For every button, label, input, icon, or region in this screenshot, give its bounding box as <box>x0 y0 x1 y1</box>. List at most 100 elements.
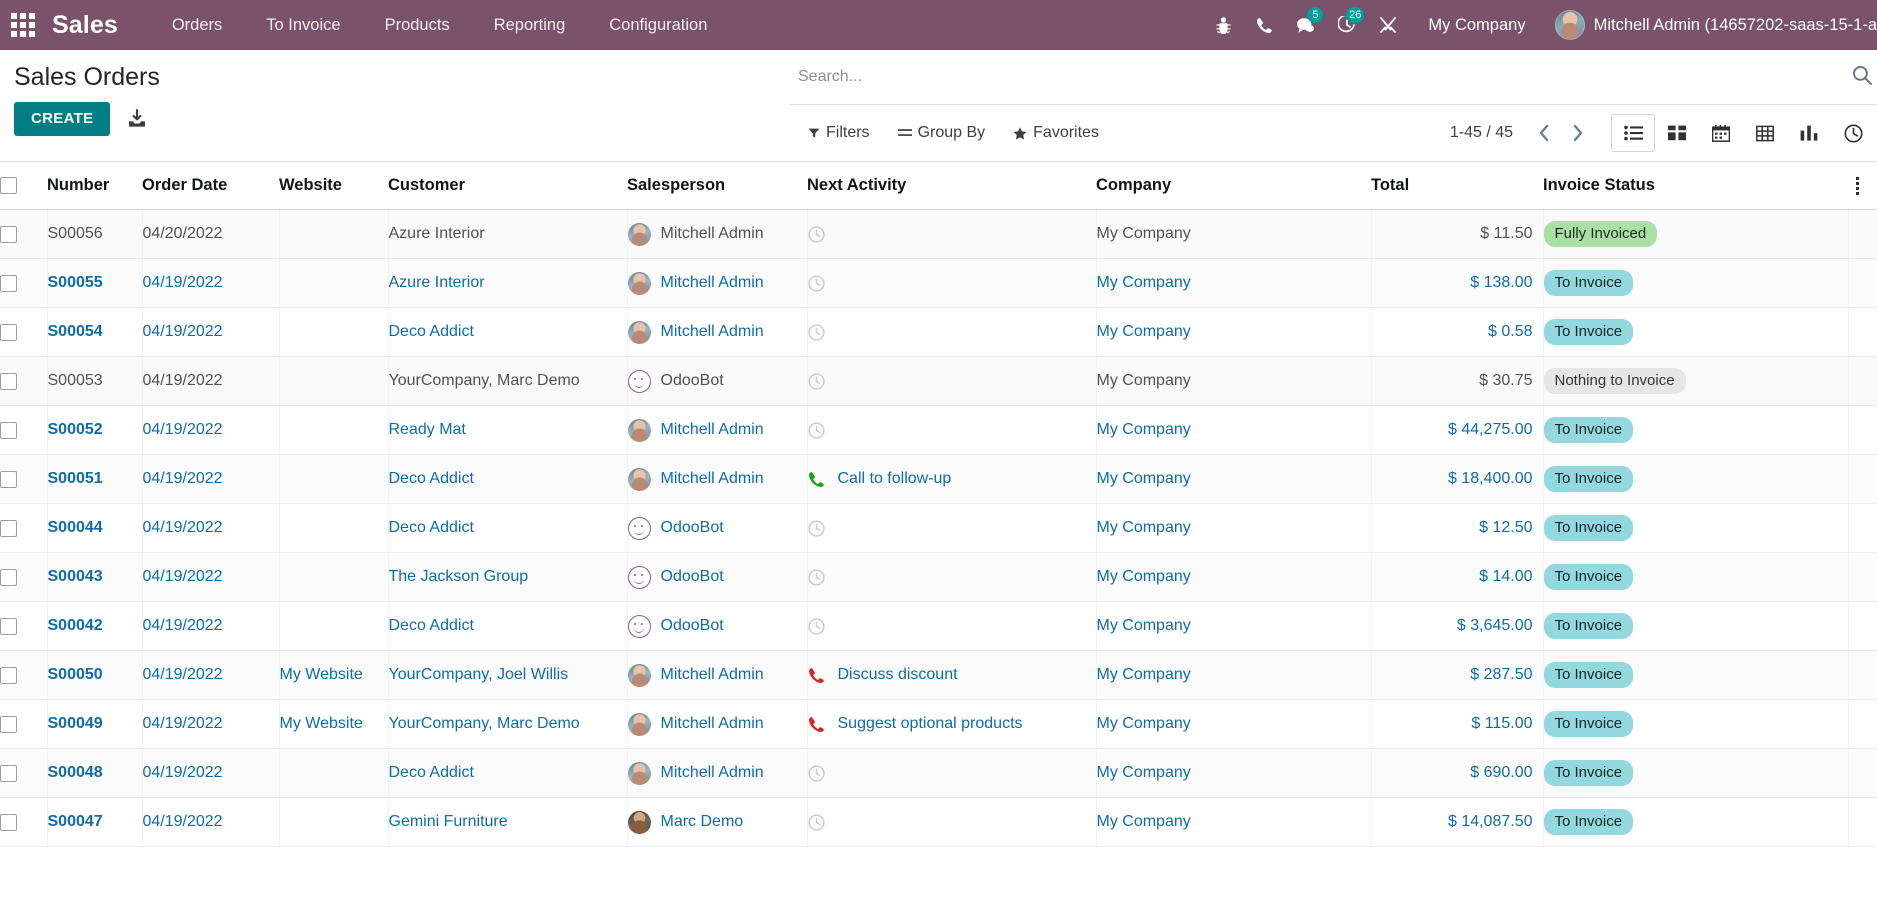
phone-red-icon[interactable] <box>808 716 826 733</box>
filters-dropdown[interactable]: Filters <box>794 116 884 150</box>
clock-icon[interactable] <box>808 372 826 390</box>
cell-company[interactable]: My Company <box>1096 552 1372 602</box>
cell-invoice-status[interactable]: Nothing to Invoice <box>1543 356 1849 406</box>
table-row[interactable]: S00042 04/19/2022 Deco Addict OdooBot My Com… <box>0 601 1877 651</box>
cell-website[interactable] <box>279 454 389 504</box>
cell-company[interactable]: My Company <box>1096 307 1372 357</box>
table-row[interactable]: S00052 04/19/2022 Ready Mat Mitchell Admin M… <box>0 405 1877 455</box>
row-checkbox[interactable] <box>0 421 17 439</box>
cell-salesperson[interactable]: OdooBot <box>627 601 808 651</box>
cell-order-date[interactable]: 04/19/2022 <box>142 601 280 651</box>
cell-customer[interactable]: Azure Interior <box>388 258 628 308</box>
navbar-company-switcher[interactable]: My Company <box>1408 0 1545 50</box>
table-row[interactable]: S00048 04/19/2022 Deco Addict Mitchell Admi… <box>0 748 1877 798</box>
row-checkbox[interactable] <box>0 813 17 831</box>
cell-invoice-status[interactable]: To Invoice <box>1543 405 1849 455</box>
cell-company[interactable]: My Company <box>1096 601 1372 651</box>
list-icon[interactable] <box>1611 114 1655 152</box>
cell-next-activity[interactable] <box>807 356 1097 406</box>
bar-chart-icon[interactable] <box>1787 114 1831 152</box>
menu-item-configuration[interactable]: Configuration <box>587 0 729 50</box>
cell-invoice-status[interactable]: To Invoice <box>1543 797 1849 847</box>
cell-salesperson[interactable]: Mitchell Admin <box>627 699 808 749</box>
cell-next-activity[interactable] <box>807 405 1097 455</box>
user-menu[interactable]: Mitchell Admin (14657202-saas-15-1-a <box>1546 0 1877 50</box>
row-checkbox[interactable] <box>0 617 17 635</box>
cell-salesperson[interactable]: Mitchell Admin <box>627 650 808 700</box>
cell-order-date[interactable]: 04/19/2022 <box>142 552 280 602</box>
cell-total[interactable]: $ 30.75 <box>1371 356 1544 406</box>
row-checkbox[interactable] <box>0 470 17 488</box>
cell-total[interactable]: $ 138.00 <box>1371 258 1544 308</box>
cell-website[interactable] <box>279 601 389 651</box>
table-row[interactable]: S00051 04/19/2022 Deco Addict Mitchell Admi… <box>0 454 1877 504</box>
menu-item-orders[interactable]: Orders <box>150 0 244 50</box>
clock-icon[interactable] <box>808 568 826 586</box>
pager-next-button[interactable] <box>1561 116 1595 150</box>
clock-icon[interactable] <box>808 764 826 782</box>
cell-company[interactable]: My Company <box>1096 258 1372 308</box>
cell-total[interactable]: $ 11.50 <box>1371 209 1544 259</box>
menu-item-reporting[interactable]: Reporting <box>472 0 588 50</box>
cell-invoice-status[interactable]: To Invoice <box>1543 699 1849 749</box>
cell-salesperson[interactable]: Mitchell Admin <box>627 209 808 259</box>
create-button[interactable]: CREATE <box>14 102 111 136</box>
cell-salesperson[interactable]: OdooBot <box>627 503 808 553</box>
cell-number[interactable]: S00051 <box>47 454 143 504</box>
cell-order-date[interactable]: 04/19/2022 <box>142 748 280 798</box>
cell-customer[interactable]: Azure Interior <box>388 209 628 259</box>
column-header-company[interactable]: Company <box>1096 162 1371 210</box>
cell-invoice-status[interactable]: To Invoice <box>1543 454 1849 504</box>
table-row[interactable]: S00043 04/19/2022 The Jackson Group OdooBot… <box>0 552 1877 602</box>
cell-company[interactable]: My Company <box>1096 209 1372 259</box>
cell-order-date[interactable]: 04/19/2022 <box>142 258 280 308</box>
clock-icon[interactable] <box>1831 114 1875 152</box>
cell-next-activity[interactable] <box>807 601 1097 651</box>
table-row[interactable]: S00053 04/19/2022 YourCompany, Marc Demo Od… <box>0 356 1877 406</box>
row-checkbox[interactable] <box>0 519 17 537</box>
clock-icon[interactable] <box>808 323 826 341</box>
cell-order-date[interactable]: 04/19/2022 <box>142 797 280 847</box>
cell-salesperson[interactable]: OdooBot <box>627 552 808 602</box>
column-header-number[interactable]: Number <box>47 162 142 210</box>
cell-number[interactable]: S00047 <box>47 797 143 847</box>
cell-customer[interactable]: Gemini Furniture <box>388 797 628 847</box>
cell-order-date[interactable]: 04/19/2022 <box>142 356 280 406</box>
cell-total[interactable]: $ 14.00 <box>1371 552 1544 602</box>
cell-invoice-status[interactable]: To Invoice <box>1543 748 1849 798</box>
cell-website[interactable] <box>279 209 389 259</box>
cell-number[interactable]: S00050 <box>47 650 143 700</box>
select-all-checkbox[interactable] <box>0 177 17 194</box>
column-header-salesperson[interactable]: Salesperson <box>627 162 807 210</box>
cell-number[interactable]: S00042 <box>47 601 143 651</box>
cell-salesperson[interactable]: OdooBot <box>627 356 808 406</box>
cell-invoice-status[interactable]: Fully Invoiced <box>1543 209 1849 259</box>
cell-salesperson[interactable]: Mitchell Admin <box>627 405 808 455</box>
tools-icon[interactable] <box>1367 0 1408 50</box>
cell-company[interactable]: My Company <box>1096 454 1372 504</box>
cell-customer[interactable]: Deco Addict <box>388 307 628 357</box>
clock-icon[interactable] <box>808 274 826 292</box>
cell-company[interactable]: My Company <box>1096 650 1372 700</box>
app-brand-sales[interactable]: Sales <box>46 0 128 50</box>
cell-company[interactable]: My Company <box>1096 699 1372 749</box>
phone-icon[interactable] <box>1244 0 1285 50</box>
cell-salesperson[interactable]: Mitchell Admin <box>627 258 808 308</box>
row-checkbox[interactable] <box>0 764 17 782</box>
cell-total[interactable]: $ 44,275.00 <box>1371 405 1544 455</box>
column-header-invoice-status[interactable]: Invoice Status <box>1543 162 1848 210</box>
table-row[interactable]: S00055 04/19/2022 Azure Interior Mitchell A… <box>0 258 1877 308</box>
cell-next-activity[interactable] <box>807 307 1097 357</box>
kanban-icon[interactable] <box>1655 114 1699 152</box>
search-icon[interactable] <box>1851 64 1873 91</box>
cell-order-date[interactable]: 04/19/2022 <box>142 307 280 357</box>
menu-item-products[interactable]: Products <box>363 0 472 50</box>
cell-customer[interactable]: YourCompany, Marc Demo <box>388 356 628 406</box>
phone-red-icon[interactable] <box>808 667 826 684</box>
cell-customer[interactable]: Deco Addict <box>388 601 628 651</box>
cell-next-activity[interactable] <box>807 748 1097 798</box>
clock-icon[interactable] <box>808 519 826 537</box>
cell-next-activity[interactable] <box>807 797 1097 847</box>
upload-import-icon[interactable] <box>126 108 148 130</box>
cell-next-activity[interactable] <box>807 258 1097 308</box>
